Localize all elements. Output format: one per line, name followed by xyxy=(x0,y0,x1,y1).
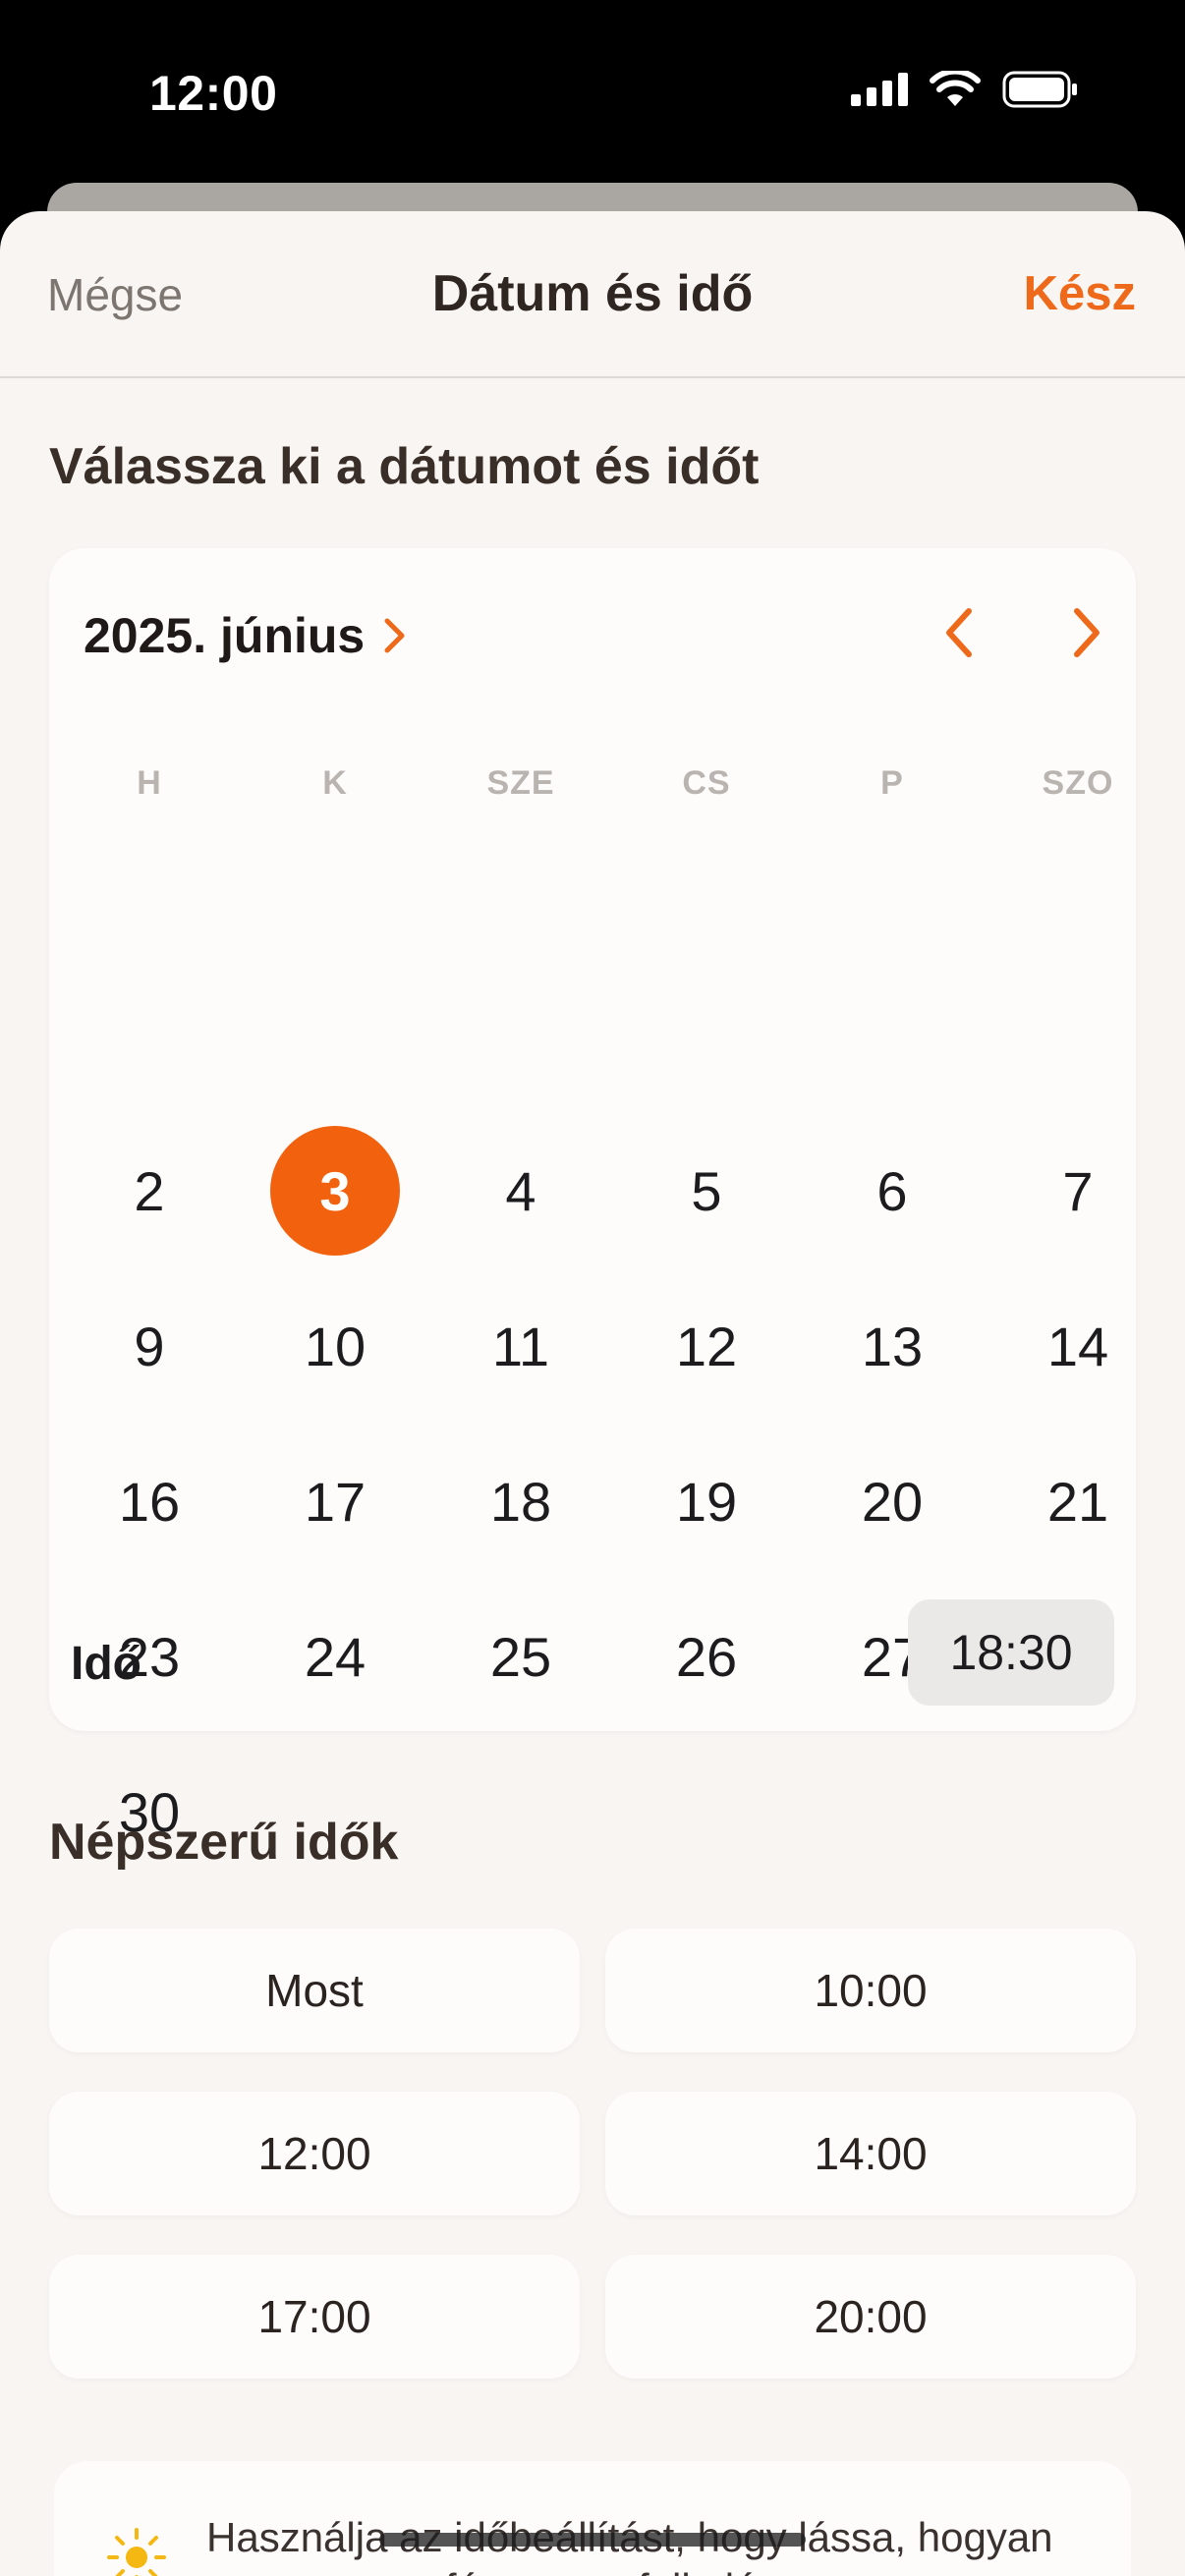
day-cell[interactable]: 21 xyxy=(1013,1436,1143,1566)
time-label: Idő xyxy=(71,1638,141,1690)
day-cell[interactable]: 7 xyxy=(1013,1126,1143,1256)
day-cell[interactable]: 18 xyxy=(456,1436,586,1566)
day-cell-selected[interactable]: 3 xyxy=(270,1126,400,1256)
popular-time-button[interactable]: 20:00 xyxy=(605,2255,1136,2379)
home-indicator[interactable] xyxy=(379,2533,806,2547)
sheet-navbar: Mégse Dátum és idő Kész xyxy=(0,211,1185,378)
popular-time-button[interactable]: 17:00 xyxy=(49,2255,580,2379)
signal-icon xyxy=(851,73,908,106)
day-cell[interactable]: 12 xyxy=(642,1281,771,1411)
done-button[interactable]: Kész xyxy=(1024,266,1136,321)
status-time: 12:00 xyxy=(149,66,278,121)
popular-time-button[interactable]: Most xyxy=(49,1929,580,2052)
day-cell[interactable]: 10 xyxy=(270,1281,400,1411)
day-cell[interactable]: 17 xyxy=(270,1436,400,1566)
wifi-icon xyxy=(930,71,981,106)
day-cell[interactable]: 19 xyxy=(642,1436,771,1566)
day-cell[interactable]: 26 xyxy=(642,1592,771,1721)
status-bar: 12:00 xyxy=(0,0,1185,187)
time-field[interactable]: 18:30 xyxy=(908,1599,1114,1706)
popular-time-button[interactable]: 14:00 xyxy=(605,2092,1136,2215)
day-cell[interactable]: 4 xyxy=(456,1126,586,1256)
day-cell[interactable]: 24 xyxy=(270,1592,400,1721)
day-cell[interactable]: 11 xyxy=(456,1281,586,1411)
day-cell[interactable]: 13 xyxy=(827,1281,957,1411)
day-cell[interactable]: 25 xyxy=(456,1592,586,1721)
status-icons xyxy=(851,71,1079,108)
picker-heading: Válassza ki a dátumot és időt xyxy=(49,438,760,495)
battery-icon xyxy=(1002,71,1077,108)
day-cell[interactable]: 6 xyxy=(827,1126,957,1256)
day-cell[interactable]: 16 xyxy=(85,1436,214,1566)
date-time-sheet: Mégse Dátum és idő Kész Válassza ki a dá… xyxy=(0,211,1185,2576)
tip-card: Használja az időbeállítást, hogy lássa, … xyxy=(54,2461,1131,2576)
day-cell[interactable]: 2 xyxy=(85,1126,214,1256)
day-grid: 1234567891011121314151617181920212223242… xyxy=(49,548,1136,1843)
calendar-card: 2025. június HKSZECSPSZOV 12345678910111… xyxy=(49,548,1136,1843)
popular-time-button[interactable]: 12:00 xyxy=(49,2092,580,2215)
day-cell[interactable]: 9 xyxy=(85,1281,214,1411)
sheet-title: Dátum és idő xyxy=(431,265,754,322)
popular-heading: Népszerű idők xyxy=(49,1814,399,1871)
day-cell[interactable]: 20 xyxy=(827,1436,957,1566)
day-cell[interactable]: 14 xyxy=(1013,1281,1143,1411)
day-cell[interactable]: 5 xyxy=(642,1126,771,1256)
popular-time-button[interactable]: 10:00 xyxy=(605,1929,1136,2052)
sun-icon xyxy=(107,2528,166,2576)
